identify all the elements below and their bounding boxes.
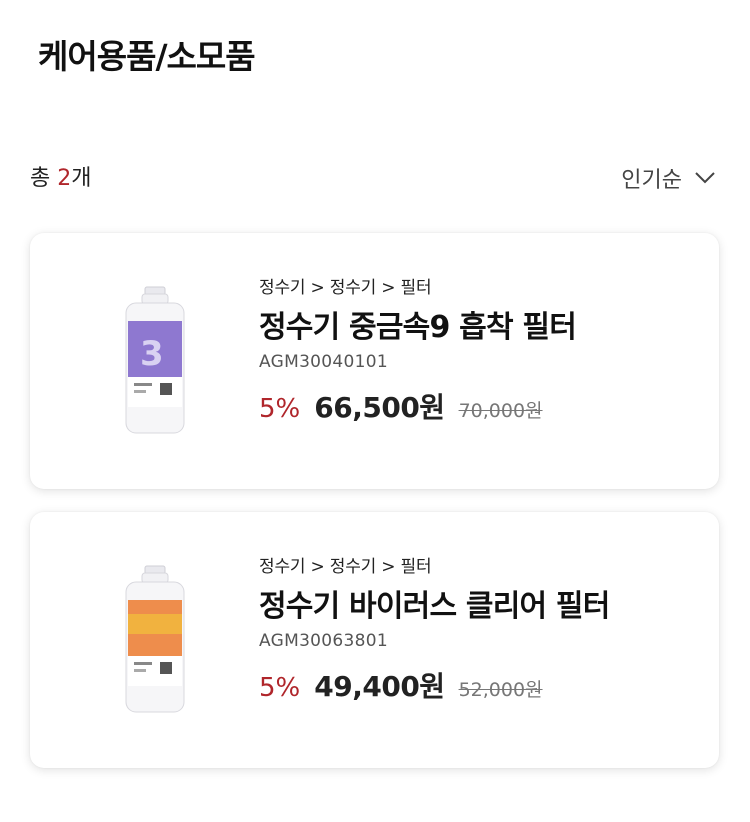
price-row: 5% 66,500원 70,000원 [259,386,699,426]
product-card[interactable]: 정수기 > 정수기 > 필터 정수기 바이러스 클리어 필터 AGM300638… [30,512,719,768]
original-price: 70,000원 [458,400,543,422]
total-suffix: 개 [71,166,92,191]
total-count: 총 2개 [30,160,92,192]
sort-dropdown[interactable]: 인기순 [621,162,716,194]
product-code: AGM30040101 [259,352,388,372]
product-info: 정수기 > 정수기 > 필터 정수기 바이러스 클리어 필터 AGM300638… [259,552,699,705]
chevron-down-icon [694,166,716,191]
total-prefix: 총 [30,166,51,191]
product-breadcrumb: 정수기 > 정수기 > 필터 [259,278,432,298]
original-price: 52,000원 [458,679,543,701]
sort-label: 인기순 [621,168,682,193]
svg-text:3: 3 [140,334,164,374]
discount-rate: 5% [259,673,301,703]
page-title: 케어용품/소모품 [38,37,256,76]
price-row: 5% 49,400원 52,000원 [259,665,699,705]
product-image: 3 [110,285,200,440]
product-name[interactable]: 정수기 바이러스 클리어 필터 [259,581,699,625]
discount-rate: 5% [259,394,301,424]
product-image [110,564,200,719]
product-code: AGM30063801 [259,631,388,651]
product-name[interactable]: 정수기 중금속9 흡착 필터 [259,302,699,346]
product-card[interactable]: 3 정수기 > 정수기 > 필터 정수기 중금속9 흡착 필터 AGM30040… [30,233,719,489]
product-info: 정수기 > 정수기 > 필터 정수기 중금속9 흡착 필터 AGM3004010… [259,273,699,426]
sale-price: 49,400원 [314,670,445,703]
list-toolbar: 총 2개 인기순 [30,160,720,196]
total-number: 2 [57,166,72,191]
sale-price: 66,500원 [314,391,445,424]
product-breadcrumb: 정수기 > 정수기 > 필터 [259,557,432,577]
